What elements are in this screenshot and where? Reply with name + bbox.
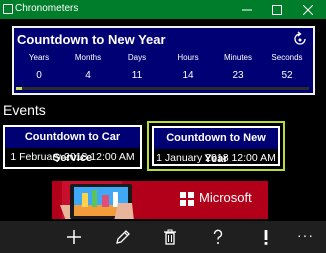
ad-brand-text: Microsoft [199,190,252,205]
window-title: Chronometers [15,3,79,14]
countdown-title: Countdown to New Year [17,32,166,47]
app-icon [3,4,13,14]
events-heading: Events [3,102,46,118]
countdown-progress-bar [16,87,309,90]
alert-icon [264,230,268,245]
event-card-title: Countdown to New Year [154,128,278,165]
minimize-button[interactable] [232,0,262,19]
event-card-new-year[interactable]: Countdown to New Year 1 January 2018 12:… [147,121,285,171]
add-button[interactable] [59,221,89,253]
ad-banner[interactable]: Microsoft [52,181,268,219]
event-card-car-service[interactable]: Countdown to Car Service 1 February 2018… [3,125,142,169]
help-button[interactable] [203,221,233,253]
ad-tablet-image [60,181,134,219]
alert-button[interactable] [251,221,281,253]
edit-icon [116,230,130,244]
countdown-panel: Countdown to New Year Years Months Days … [12,26,315,95]
delete-button[interactable] [155,221,185,253]
close-button[interactable] [293,0,323,19]
event-card-title: Countdown to Car Service [5,127,140,164]
title-bar: Chronometers [0,0,326,19]
delete-icon [164,229,176,245]
countdown-progress-fill [16,87,22,90]
more-button[interactable]: ··· [297,227,314,243]
edit-button[interactable] [108,221,138,253]
maximize-button[interactable] [262,0,292,19]
minimize-icon [242,9,252,11]
microsoft-logo-icon [180,192,194,206]
refresh-icon [294,31,306,45]
maximize-icon [272,5,282,15]
refresh-button[interactable] [292,31,308,47]
unit-value-seconds: 52 [281,70,293,81]
close-icon [303,5,313,15]
add-icon [67,230,81,244]
event-card-date: 1 January 2018 12:00 AM [156,152,276,164]
unit-label-seconds: Seconds [271,53,303,62]
help-icon [213,229,223,244]
app-bar: ··· [0,221,326,253]
event-card-date: 1 February 2018 12:00 AM [10,151,135,163]
